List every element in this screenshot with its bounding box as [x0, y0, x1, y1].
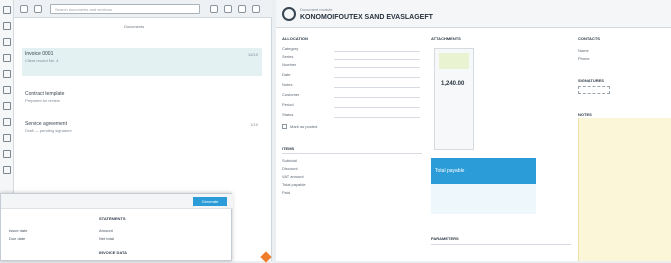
field-input[interactable] [334, 97, 420, 98]
field-label: Category [282, 46, 299, 51]
popup-row2-label: Due date [9, 236, 26, 241]
document-header: Document module KONOMOIFOUTEX SAND EVASL… [276, 0, 671, 28]
popup-row1-value: Amount [99, 228, 113, 233]
list-header: Documents [124, 24, 145, 29]
posted-checkbox[interactable] [282, 124, 287, 129]
edit-icon[interactable] [3, 38, 11, 46]
divider [431, 244, 571, 245]
section-signatures: SIGNATURES [578, 78, 604, 83]
popup-col-a: STATEMENTS [99, 216, 126, 221]
filter-icon[interactable] [210, 5, 218, 13]
popup-row2-value: Net total [99, 236, 114, 241]
notes-card[interactable] [578, 118, 671, 261]
logo-icon [282, 7, 296, 21]
report-icon[interactable] [3, 134, 11, 142]
list-item[interactable]: Service agreement Draft — pending signat… [22, 118, 262, 144]
item-row-label: Discount [282, 166, 298, 171]
field-label: Number [282, 62, 297, 67]
file-icon[interactable] [3, 86, 11, 94]
item-row-label: Paid [282, 190, 291, 195]
item-row-label: Total payable [282, 182, 306, 187]
field-label: Date [282, 72, 291, 77]
field-label: Status [282, 112, 294, 117]
refresh-icon[interactable] [238, 5, 246, 13]
total-card-title: Total payable [435, 168, 465, 174]
field-input[interactable] [334, 87, 420, 88]
field-input[interactable] [334, 107, 420, 108]
list-item-meta: 1/10 [250, 122, 258, 127]
section-attachments: ATTACHMENTS [431, 36, 461, 41]
list-item-meta: 12/10 [247, 52, 258, 57]
field-label: Customer [282, 92, 300, 97]
document-editor: Document module KONOMOIFOUTEX SAND EVASL… [276, 0, 671, 261]
invoice-icon[interactable] [3, 118, 11, 126]
total-card: Total payable [431, 158, 536, 214]
document-title: KONOMOIFOUTEX SAND EVASLAGEFT [300, 14, 433, 21]
folder-icon[interactable] [3, 54, 11, 62]
contact-row: Name [578, 48, 589, 53]
list-item[interactable]: Invoice 0001 Client record No. 4 12/10 [22, 48, 262, 76]
generate-button[interactable]: Generate [193, 197, 227, 206]
preview-image [439, 53, 469, 69]
popup-header: Generate [1, 194, 233, 209]
section-allocation: ALLOCATION [282, 36, 308, 41]
total-card-body [431, 184, 536, 214]
back-icon[interactable] [20, 5, 28, 13]
document-icon[interactable] [3, 22, 11, 30]
item-row-label: Subtotal [282, 158, 297, 163]
field-label: Series [282, 54, 294, 59]
field-input[interactable] [334, 117, 420, 118]
list-toolbar: Search documents and sections [14, 0, 272, 18]
field-input[interactable] [334, 59, 420, 60]
section-notes: NOTES [578, 112, 592, 117]
menu-icon[interactable] [34, 5, 42, 13]
field-input[interactable] [334, 51, 420, 52]
checkbox-label: Mark as posted [290, 124, 318, 129]
table-icon[interactable] [3, 150, 11, 158]
list-item-title: Contract template [25, 91, 65, 97]
list-item-sub: Prepared for review [25, 98, 60, 103]
list-item[interactable]: Contract template Prepared for review [22, 88, 262, 112]
field-label: Notes [282, 82, 293, 87]
list-item-title: Invoice 0001 [25, 51, 54, 57]
section-parameters: PARAMETERS [431, 236, 459, 241]
list-item-title: Service agreement [25, 121, 67, 127]
attachment-preview[interactable]: 1,240.00 [434, 48, 474, 150]
home-icon[interactable] [3, 6, 11, 14]
list-item-sub: Client record No. 4 [25, 58, 59, 63]
settings-icon[interactable] [3, 166, 11, 174]
archive-icon[interactable] [3, 70, 11, 78]
header-small: Document module [300, 7, 333, 12]
section-items: ITEMS [282, 146, 295, 151]
search-input[interactable]: Search documents and sections [50, 4, 200, 14]
field-label: Period [282, 102, 294, 107]
preview-amount: 1,240.00 [441, 81, 465, 87]
field-input[interactable] [334, 77, 420, 78]
section-contacts: CONTACTS [578, 36, 600, 41]
divider [282, 153, 422, 154]
list-item-sub: Draft — pending signature [25, 128, 72, 133]
summary-popup: Generate STATEMENTS Issue date Amount Du… [0, 193, 233, 261]
popup-row1-label: Issue date [9, 228, 28, 233]
signature-field[interactable] [578, 86, 610, 94]
contact-row: Phone [578, 56, 590, 61]
copy-icon[interactable] [3, 102, 11, 110]
field-input[interactable] [334, 67, 420, 68]
item-row-label: VAT amount [282, 174, 304, 179]
popup-col-b: INVOICE DATA [99, 250, 128, 255]
sort-icon[interactable] [224, 5, 232, 13]
add-icon[interactable] [252, 5, 260, 13]
